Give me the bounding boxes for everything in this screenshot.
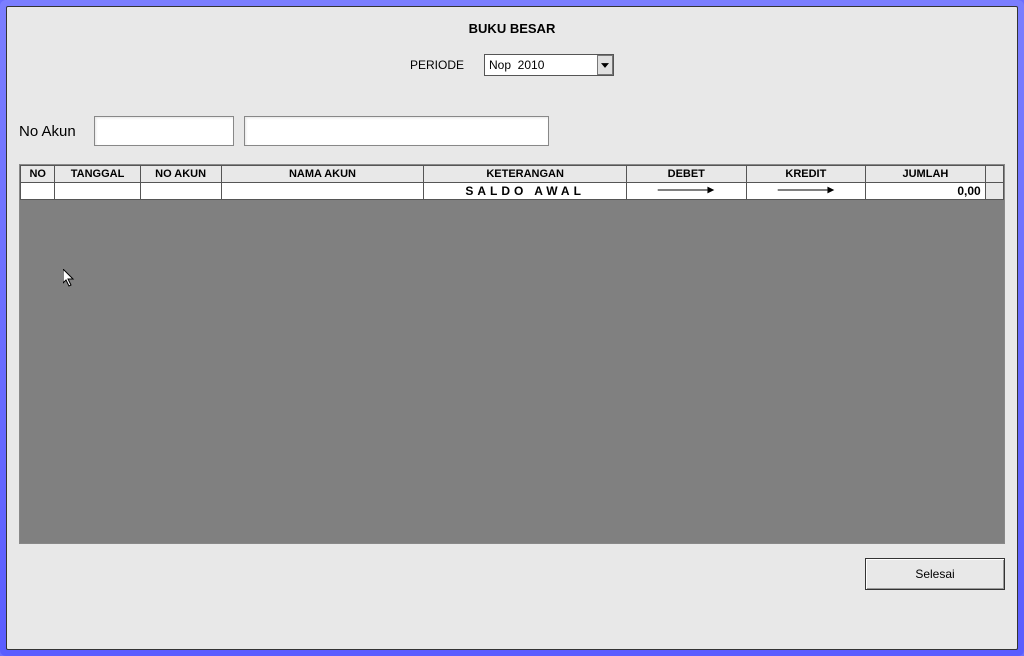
- col-no: NO: [21, 166, 55, 183]
- col-debet: DEBET: [626, 166, 746, 183]
- col-jumlah: JUMLAH: [866, 166, 986, 183]
- cell-keterangan: SALDO AWAL: [424, 183, 627, 200]
- cell-debet: [626, 183, 746, 200]
- periode-label: PERIODE: [410, 58, 464, 72]
- no-akun-code-input[interactable]: [94, 116, 234, 146]
- button-row: Selesai: [19, 558, 1005, 590]
- cell-jumlah: 0,00: [866, 183, 986, 200]
- cell-kredit: [746, 183, 866, 200]
- cell-no-akun: [140, 183, 221, 200]
- ledger-table: NO TANGGAL NO AKUN NAMA AKUN KETERANGAN …: [20, 165, 1004, 200]
- page-title: BUKU BESAR: [19, 21, 1005, 36]
- arrow-right-icon: [776, 185, 836, 195]
- window-frame: BUKU BESAR PERIODE No Akun: [0, 0, 1024, 656]
- cell-tanggal: [55, 183, 140, 200]
- close-button[interactable]: Selesai: [865, 558, 1005, 590]
- col-tanggal: TANGGAL: [55, 166, 140, 183]
- cell-nama-akun: [221, 183, 424, 200]
- col-kredit: KREDIT: [746, 166, 866, 183]
- col-nama-akun: NAMA AKUN: [221, 166, 424, 183]
- table-row: SALDO AWAL: [21, 183, 1004, 200]
- cell-no: [21, 183, 55, 200]
- no-akun-name-input[interactable]: [244, 116, 549, 146]
- periode-combo[interactable]: [484, 54, 614, 76]
- no-akun-label: No Akun: [19, 123, 76, 140]
- no-akun-row: No Akun: [19, 116, 1005, 146]
- col-no-akun: NO AKUN: [140, 166, 221, 183]
- scroll-spacer: [985, 166, 1003, 183]
- ledger-table-area: NO TANGGAL NO AKUN NAMA AKUN KETERANGAN …: [19, 164, 1005, 544]
- table-header-row: NO TANGGAL NO AKUN NAMA AKUN KETERANGAN …: [21, 166, 1004, 183]
- periode-row: PERIODE: [19, 54, 1005, 76]
- periode-combo-wrap: [484, 54, 614, 76]
- scroll-spacer-cell: [985, 183, 1003, 200]
- col-keterangan: KETERANGAN: [424, 166, 627, 183]
- dialog-panel: BUKU BESAR PERIODE No Akun: [6, 6, 1018, 650]
- arrow-right-icon: [656, 185, 716, 195]
